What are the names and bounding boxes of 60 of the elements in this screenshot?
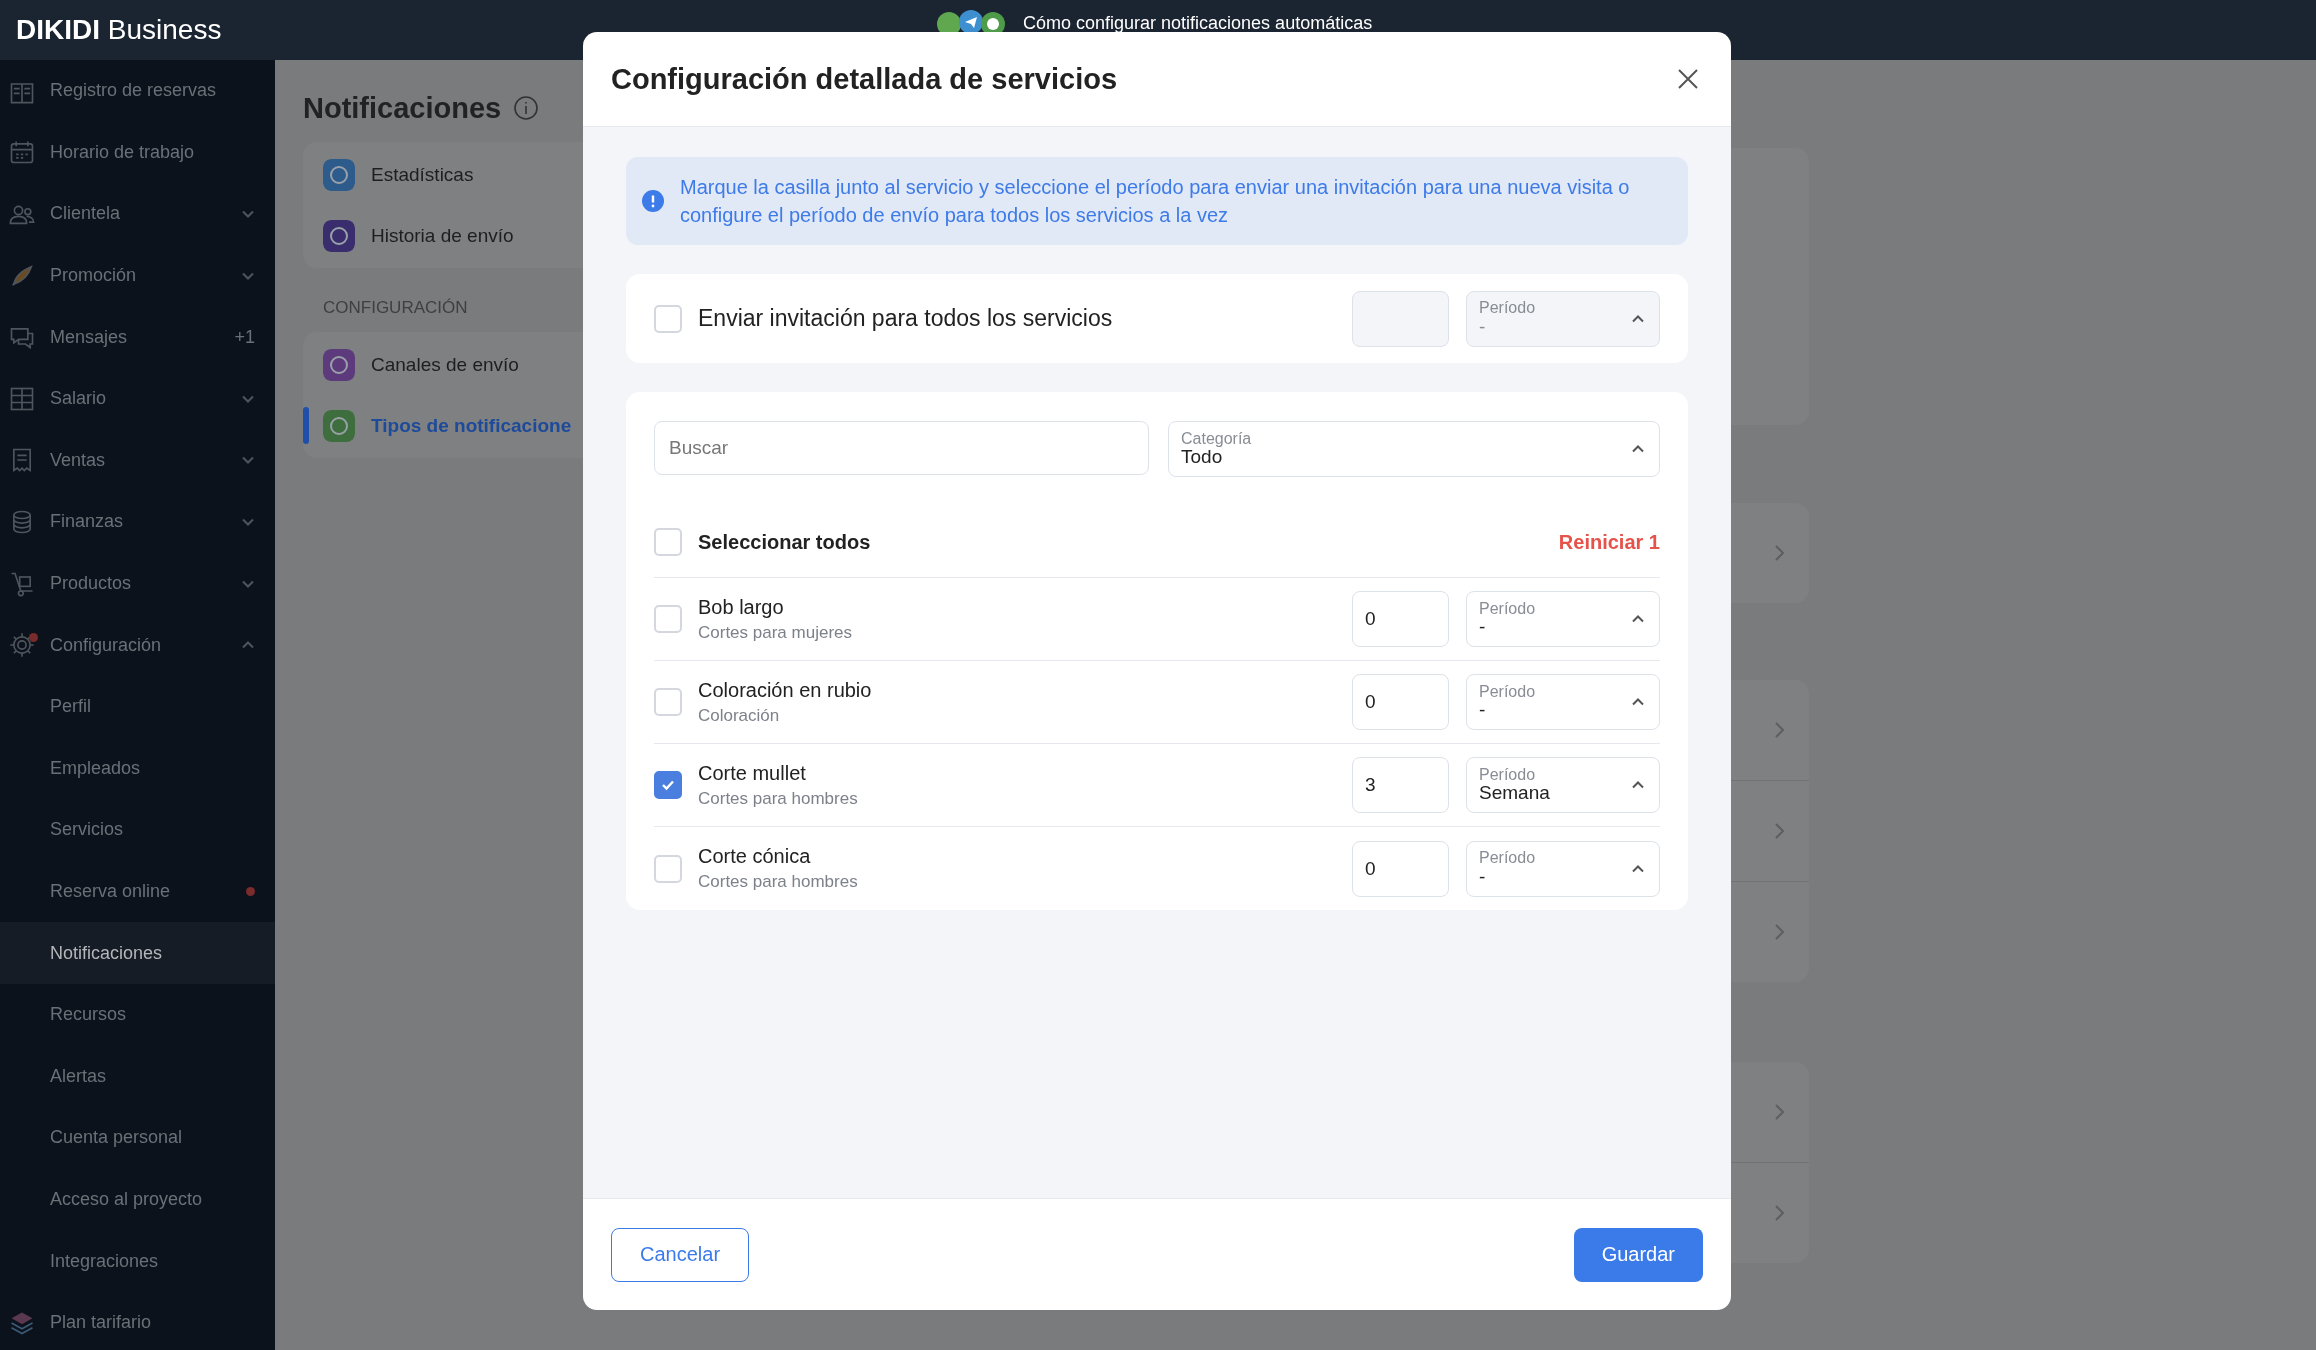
period-select[interactable]: Período - xyxy=(1466,674,1660,730)
sidebar-item[interactable]: Cuenta personal xyxy=(0,1107,275,1169)
service-name: Bob largo xyxy=(698,595,785,619)
sidebar-item[interactable]: Plan tarifario xyxy=(0,1291,275,1350)
sidebar-item[interactable]: Promoción xyxy=(0,244,275,307)
sidebar-item[interactable]: Servicios xyxy=(0,799,275,861)
period-select[interactable]: Período - xyxy=(1466,840,1660,897)
sidebar-item[interactable]: Ventas xyxy=(0,429,275,492)
checkbox-label: Seleccionar todos xyxy=(698,530,872,554)
service-name: Corte mullet xyxy=(698,761,807,785)
sidebar-item[interactable]: Integraciones xyxy=(0,1230,275,1292)
sidebar-item[interactable]: Perfil xyxy=(0,675,275,738)
modal-title: Configuración detallada de servicios xyxy=(611,62,1118,96)
sidebar-item[interactable]: Salario xyxy=(0,367,275,430)
gear-icon xyxy=(8,631,36,660)
chevron-right-icon[interactable] xyxy=(1773,821,1787,841)
sidebar-item[interactable]: Empleados xyxy=(0,737,275,800)
count-field[interactable]: 0 xyxy=(1352,840,1449,897)
period-select[interactable]: Período - xyxy=(1466,591,1660,647)
save-button[interactable]: Guardar xyxy=(1573,1227,1703,1282)
checkbox-label: Enviar invitación para todos los servicios xyxy=(698,305,1114,332)
sidebar-item[interactable]: Finanzas xyxy=(0,491,275,553)
chevron-right-icon[interactable] xyxy=(1773,922,1787,942)
period-select[interactable]: Período Semana xyxy=(1466,757,1660,813)
chevron-right-icon[interactable] xyxy=(1773,1203,1787,1223)
info-icon[interactable] xyxy=(513,95,540,121)
service-name: Coloración en rubio xyxy=(698,678,873,702)
sidebar-item[interactable]: Alertas xyxy=(0,1045,275,1108)
count-label: +1 xyxy=(234,326,255,348)
sidebar-item[interactable]: Recursos xyxy=(0,983,275,1046)
info-text: Marque la casilla junto al servicio y seleccione el período para enviar una invitación para una nueva visita o configure el período de envío para todos los servicios a la vez xyxy=(680,175,1631,228)
category-select[interactable]: Categoría Todo xyxy=(1168,421,1660,477)
count-field[interactable]: 3 xyxy=(1352,757,1449,813)
sidebar-item[interactable]: Horario de trabajo xyxy=(0,121,275,184)
page-title: Notificaciones xyxy=(303,91,502,125)
count-field[interactable]: 0 xyxy=(1352,591,1449,647)
sidebar-item[interactable]: Registro de reservas xyxy=(0,60,275,122)
reset-link[interactable]: Reiniciar 1 xyxy=(1558,530,1660,554)
exclamation-icon xyxy=(642,190,664,212)
cancel-button[interactable]: Cancelar xyxy=(611,1227,750,1282)
count-field[interactable]: 0 xyxy=(1352,674,1449,730)
brand-logo: DIKIDI Business xyxy=(16,14,222,46)
sidebar-item[interactable]: Configuración xyxy=(0,614,275,676)
service-category: Cortes para hombres xyxy=(698,788,859,809)
chevron-right-icon[interactable] xyxy=(1773,720,1787,740)
help-link[interactable]: Cómo configurar notificaciones automáticas xyxy=(1023,12,1373,34)
service-category: Coloración xyxy=(698,705,781,726)
sidebar-item[interactable]: Acceso al proyecto xyxy=(0,1168,275,1231)
chevron-right-icon[interactable] xyxy=(1773,543,1787,563)
service-name: Corte cónica xyxy=(698,845,812,868)
sidebar-item[interactable]: Clientela xyxy=(0,183,275,245)
service-category: Cortes para hombres xyxy=(698,872,859,892)
sidebar-item[interactable]: Productos xyxy=(0,552,275,615)
sidebar-item[interactable]: Mensajes +1 xyxy=(0,306,275,368)
sidebar-item[interactable]: Reserva online xyxy=(0,860,275,923)
service-category: Cortes para mujeres xyxy=(698,622,853,643)
checkbox[interactable] xyxy=(654,771,682,799)
sidebar-item[interactable]: Notificaciones xyxy=(0,922,275,984)
search-field[interactable]: Buscar xyxy=(654,421,1149,475)
chevron-right-icon[interactable] xyxy=(1773,1102,1787,1122)
